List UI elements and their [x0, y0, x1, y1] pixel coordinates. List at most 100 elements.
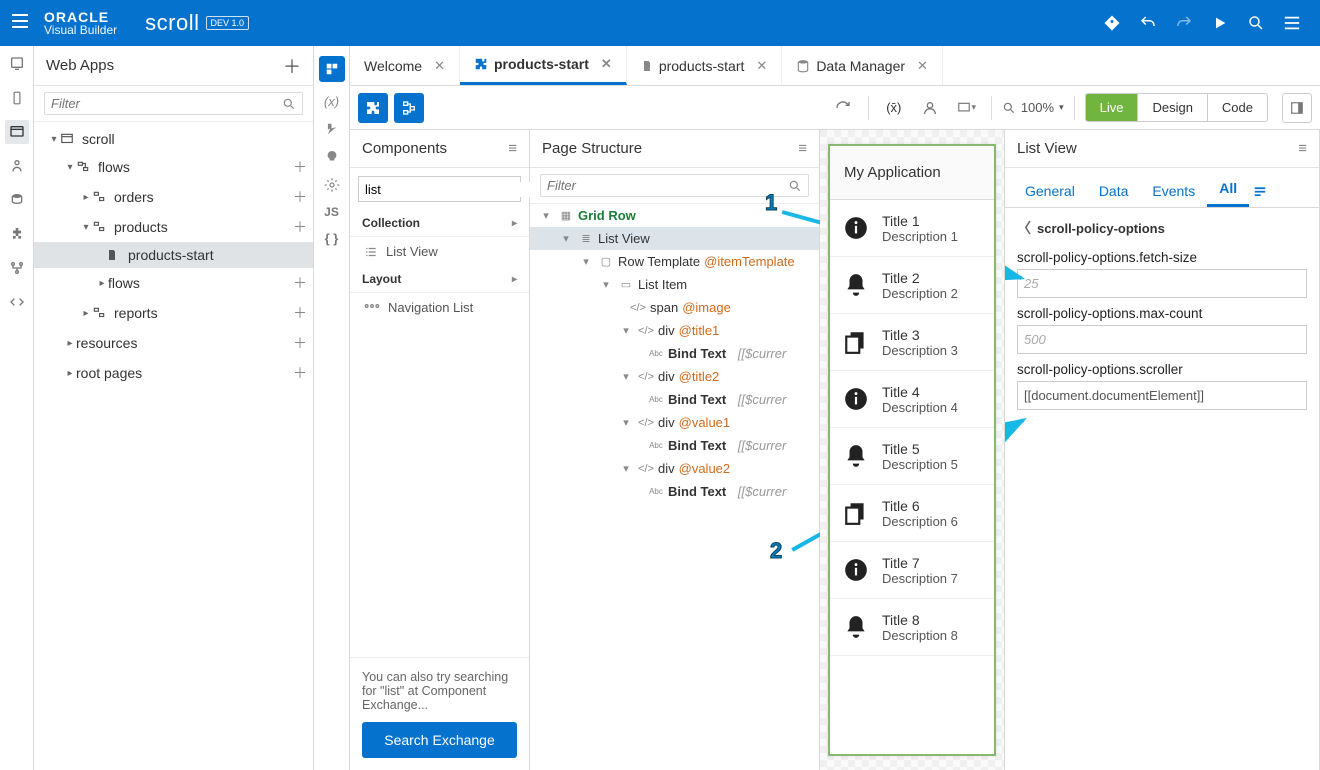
- js-icon[interactable]: JS: [324, 205, 339, 219]
- rail-services-icon[interactable]: [5, 154, 29, 178]
- node-div-value1[interactable]: ▾</>div@value1: [530, 411, 819, 434]
- node-bindtext-2[interactable]: AbcBind Text [[$currer: [530, 388, 819, 411]
- menu-icon[interactable]: [1276, 7, 1308, 39]
- designer-icon[interactable]: [319, 56, 345, 82]
- field-input[interactable]: [1017, 325, 1307, 354]
- tree-node-flows2[interactable]: ▸flows＋: [34, 268, 313, 298]
- menu-icon[interactable]: ≡: [1298, 140, 1307, 157]
- fx-icon[interactable]: (x̄): [879, 93, 909, 123]
- pi-tab-events[interactable]: Events: [1140, 175, 1207, 207]
- app-name: scroll: [145, 10, 199, 36]
- close-icon[interactable]: ✕: [434, 58, 445, 74]
- tree-node-products-start[interactable]: products-start: [34, 242, 313, 268]
- undo-icon[interactable]: [1132, 7, 1164, 39]
- list-item[interactable]: Title 6Description 6: [830, 485, 994, 542]
- node-rowtemplate[interactable]: ▾▢Row Template@itemTemplate: [530, 250, 819, 273]
- components-toggle[interactable]: [358, 93, 388, 123]
- node-div-title1[interactable]: ▾</>div@title1: [530, 319, 819, 342]
- user-icon[interactable]: [915, 93, 945, 123]
- component-navlist[interactable]: Navigation List: [350, 293, 529, 322]
- zoom-control[interactable]: 100%▾: [1002, 100, 1064, 115]
- tab-data-manager[interactable]: Data Manager✕: [782, 46, 943, 85]
- menu-icon[interactable]: ≡: [798, 140, 807, 157]
- events-icon[interactable]: [325, 149, 339, 165]
- device-select-icon[interactable]: ▾: [951, 93, 981, 123]
- pi-tab-general[interactable]: General: [1013, 175, 1087, 207]
- rail-source-icon[interactable]: [5, 290, 29, 314]
- structure-toggle[interactable]: [394, 93, 424, 123]
- pi-tab-data[interactable]: Data: [1087, 175, 1141, 207]
- tab-products-start-page[interactable]: products-start✕: [627, 46, 783, 85]
- tree-node-rootpages[interactable]: ▸root pages＋: [34, 358, 313, 388]
- rail-mobile-icon[interactable]: [5, 52, 29, 76]
- tree-node-resources[interactable]: ▸resources＋: [34, 328, 313, 358]
- tree-node-flows[interactable]: ▾flows＋: [34, 152, 313, 182]
- redo-icon[interactable]: [1168, 7, 1200, 39]
- collapse-pi-icon[interactable]: [1282, 93, 1312, 123]
- node-listview[interactable]: ▾≣List View: [530, 227, 819, 250]
- actions-icon[interactable]: [325, 121, 339, 137]
- list-item[interactable]: Title 5Description 5: [830, 428, 994, 485]
- json-icon[interactable]: { }: [325, 231, 339, 246]
- tree-node-products[interactable]: ▾products＋: [34, 212, 313, 242]
- variables-icon[interactable]: (x): [324, 94, 339, 109]
- rail-phone-icon[interactable]: [5, 86, 29, 110]
- tree-node-reports[interactable]: ▸reports＋: [34, 298, 313, 328]
- pi-breadcrumb[interactable]: 〈scroll-policy-options: [1017, 218, 1307, 238]
- close-icon[interactable]: ✕: [601, 56, 612, 72]
- mode-code[interactable]: Code: [1207, 94, 1267, 121]
- app-preview[interactable]: My Application Title 1Description 1Title…: [828, 144, 996, 756]
- mode-live[interactable]: Live: [1086, 94, 1138, 121]
- add-webapp-button[interactable]: ＋: [283, 53, 301, 79]
- item-title: Title 6: [882, 498, 958, 514]
- field-input[interactable]: [1017, 269, 1307, 298]
- list-item[interactable]: Title 2Description 2: [830, 257, 994, 314]
- rail-processes-icon[interactable]: [5, 256, 29, 280]
- webapps-header: Web Apps ＋: [34, 46, 313, 86]
- field-label: scroll-policy-options.scroller: [1017, 362, 1307, 377]
- run-icon[interactable]: [1204, 7, 1236, 39]
- reload-icon[interactable]: [828, 93, 858, 123]
- list-item[interactable]: Title 1Description 1: [830, 200, 994, 257]
- git-icon[interactable]: [1096, 7, 1128, 39]
- search-exchange-button[interactable]: Search Exchange: [362, 722, 517, 758]
- editor-tabs: Welcome✕ products-start✕ products-start✕…: [350, 46, 1320, 86]
- section-collection[interactable]: Collection▸: [350, 210, 529, 237]
- list-item[interactable]: Title 4Description 4: [830, 371, 994, 428]
- components-search[interactable]: ✕: [358, 176, 521, 202]
- hamburger-icon[interactable]: [10, 11, 34, 35]
- webapps-filter[interactable]: [44, 92, 303, 115]
- tab-welcome[interactable]: Welcome✕: [350, 46, 460, 85]
- settings-icon[interactable]: [324, 177, 340, 193]
- close-icon[interactable]: ✕: [917, 58, 928, 74]
- node-span-image[interactable]: </>span@image: [530, 296, 819, 319]
- rail-components-icon[interactable]: [5, 222, 29, 246]
- section-layout[interactable]: Layout▸: [350, 266, 529, 293]
- search-icon[interactable]: [1240, 7, 1272, 39]
- pi-tab-all[interactable]: All: [1207, 172, 1249, 207]
- menu-icon[interactable]: ≡: [508, 140, 517, 157]
- node-listitem[interactable]: ▾▭List Item: [530, 273, 819, 296]
- tree-node-scroll[interactable]: ▾scroll: [34, 126, 313, 152]
- tab-products-start-designer[interactable]: products-start✕: [460, 46, 627, 85]
- rail-web-icon[interactable]: [5, 120, 29, 144]
- component-listview[interactable]: List View: [350, 237, 529, 266]
- pagestruct-filter-input[interactable]: [547, 178, 788, 193]
- mode-design[interactable]: Design: [1137, 94, 1206, 121]
- components-search-input[interactable]: [365, 182, 541, 197]
- list-item[interactable]: Title 7Description 7: [830, 542, 994, 599]
- close-icon[interactable]: ✕: [756, 58, 767, 74]
- node-div-title2[interactable]: ▾</>div@title2: [530, 365, 819, 388]
- tree-node-orders[interactable]: ▸orders＋: [34, 182, 313, 212]
- webapps-filter-input[interactable]: [51, 96, 282, 111]
- rail-bo-icon[interactable]: [5, 188, 29, 212]
- field-input[interactable]: [1017, 381, 1307, 410]
- node-div-value2[interactable]: ▾</>div@value2: [530, 457, 819, 480]
- pi-overflow-icon[interactable]: [1249, 177, 1271, 207]
- puzzle-icon: [474, 57, 488, 71]
- node-bindtext-1[interactable]: AbcBind Text [[$currer: [530, 342, 819, 365]
- node-bindtext-4[interactable]: AbcBind Text [[$currer: [530, 480, 819, 503]
- node-bindtext-3[interactable]: AbcBind Text [[$currer: [530, 434, 819, 457]
- list-item[interactable]: Title 3Description 3: [830, 314, 994, 371]
- list-item[interactable]: Title 8Description 8: [830, 599, 994, 656]
